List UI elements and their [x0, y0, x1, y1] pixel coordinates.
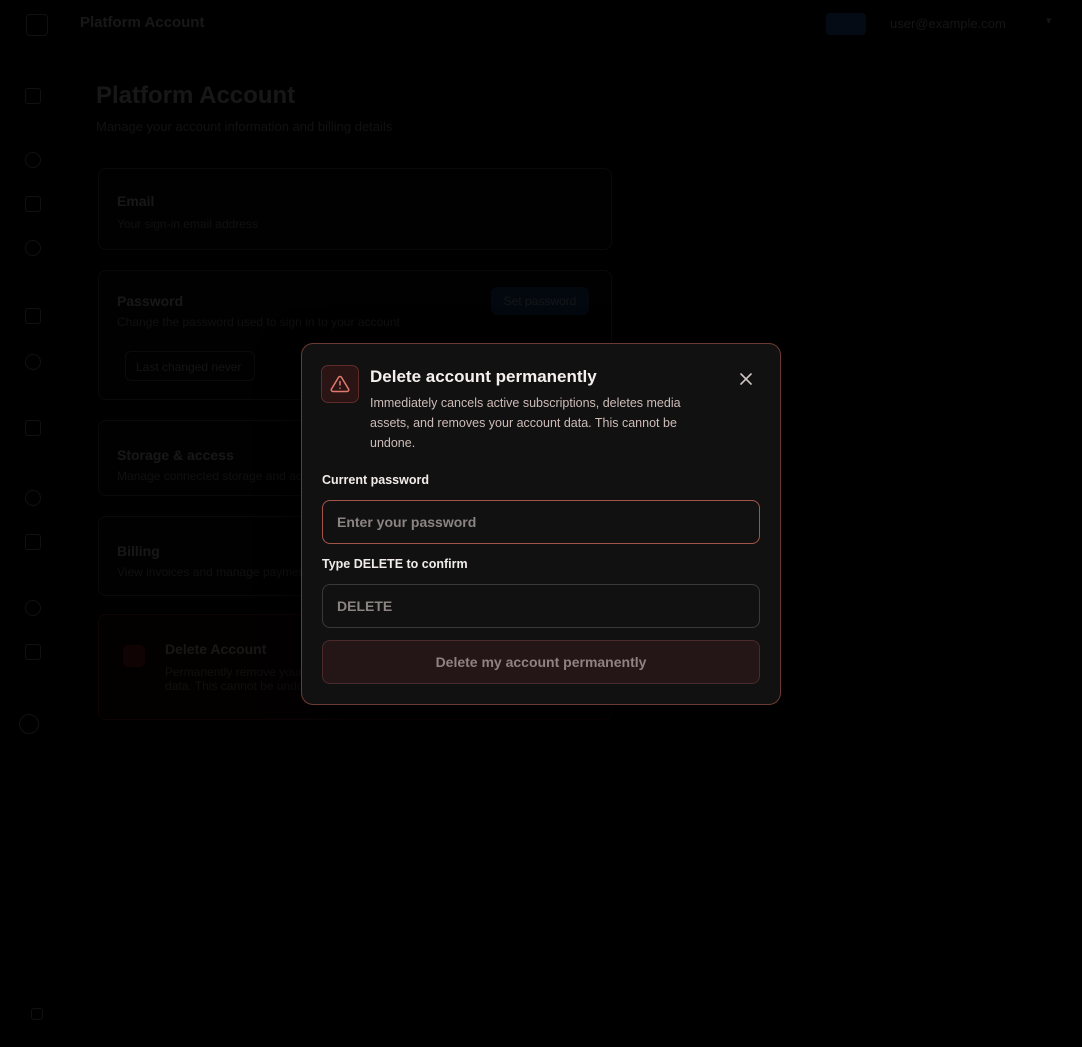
confirm-delete-input[interactable]	[322, 584, 760, 628]
sidebar-item-icon	[25, 644, 41, 660]
collapse-icon	[31, 1008, 43, 1020]
card-title: Delete Account	[165, 641, 267, 657]
password-status-chip: Last changed never	[125, 351, 255, 381]
close-icon[interactable]	[735, 368, 757, 390]
sidebar-item-icon	[25, 240, 41, 256]
delete-account-dialog: Delete account permanently Immediately c…	[301, 343, 781, 705]
sidebar-item-icon	[25, 152, 41, 168]
menu-icon	[26, 14, 48, 36]
warning-icon	[123, 645, 145, 667]
sidebar-item-icon	[25, 354, 41, 370]
warning-triangle-icon	[321, 365, 359, 403]
page-subtitle: Manage your account information and bill…	[96, 119, 393, 134]
sidebar-home-icon	[25, 88, 41, 104]
dialog-title: Delete account permanently	[370, 367, 597, 386]
avatar	[19, 714, 39, 734]
card-title: Email	[117, 193, 155, 209]
card-desc: Change the password used to sign in to y…	[117, 315, 400, 329]
top-action-button	[826, 13, 866, 35]
sidebar-item-icon	[25, 600, 41, 616]
confirm-label: Type DELETE to confirm	[322, 557, 468, 571]
password-input[interactable]	[322, 500, 760, 544]
email-card: Email Your sign-in email address	[98, 168, 612, 250]
sidebar-item-icon	[25, 490, 41, 506]
user-email: user@example.com	[890, 16, 1006, 31]
dialog-description: Immediately cancels active subscriptions…	[370, 396, 681, 450]
top-bar: Platform Account user@example.com ▾	[0, 0, 1082, 48]
card-title: Storage & access	[117, 447, 234, 463]
set-password-button: Set password	[491, 287, 589, 315]
sidebar-item-icon	[25, 308, 41, 324]
delete-account-button[interactable]: Delete my account permanently	[322, 640, 760, 684]
card-title: Password	[117, 293, 184, 309]
chevron-down-icon: ▾	[1046, 15, 1052, 27]
sidebar-item-icon	[25, 534, 41, 550]
password-label: Current password	[322, 473, 429, 487]
card-desc: Your sign-in email address	[117, 217, 258, 231]
card-title: Billing	[117, 543, 160, 559]
app-title: Platform Account	[80, 14, 205, 31]
page-title: Platform Account	[96, 82, 296, 109]
sidebar-item-icon	[25, 420, 41, 436]
sidebar-item-icon	[25, 196, 41, 212]
